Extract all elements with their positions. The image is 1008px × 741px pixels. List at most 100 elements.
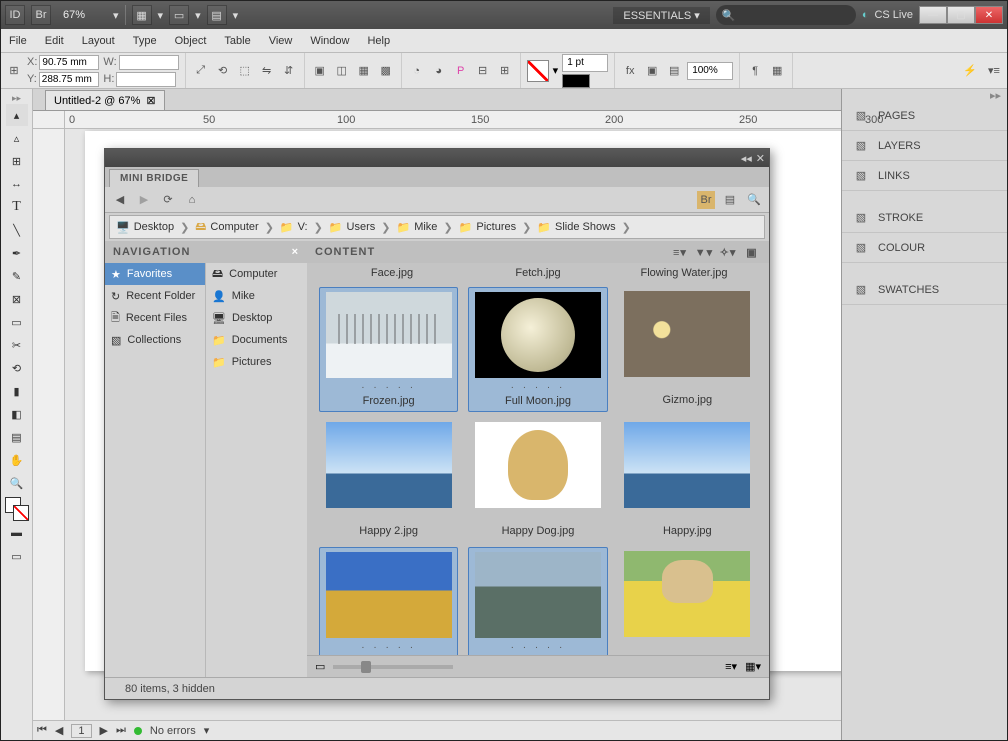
close-button[interactable]: ✕ — [975, 6, 1003, 24]
close-nav-icon[interactable]: × — [292, 246, 299, 258]
gradient-feather-tool[interactable]: ◧ — [6, 403, 28, 425]
minimize-button[interactable]: — — [919, 6, 947, 24]
page-number[interactable]: 1 — [71, 724, 91, 738]
type-tool[interactable]: T — [6, 196, 28, 218]
cslive-icon[interactable]: ◐ — [862, 9, 869, 21]
breadcrumb-separator-icon[interactable]: ❯ — [180, 221, 189, 234]
rectangle-frame-tool[interactable]: ⊠ — [6, 288, 28, 310]
menu-table[interactable]: Table — [224, 35, 250, 47]
thumbnail[interactable]: · · · · ·Frozen.jpg — [319, 287, 458, 412]
line-tool[interactable]: ╲ — [6, 219, 28, 241]
hand-tool[interactable]: 🔍 — [6, 472, 28, 494]
page-first-icon[interactable]: ⏮ — [37, 724, 47, 737]
page-prev-icon[interactable]: ◀ — [55, 724, 63, 737]
sort-icon[interactable]: ≡▾ — [671, 243, 689, 261]
breadcrumb-item[interactable]: 🖥️ Desktop — [116, 221, 174, 234]
breadcrumb-item[interactable]: 📁 Mike — [397, 221, 438, 234]
breadcrumb-separator-icon[interactable]: ❯ — [314, 221, 323, 234]
thumbnail[interactable]: · · · · ·House.jpg — [468, 547, 607, 655]
flip-v-icon[interactable]: ⇵ — [280, 62, 298, 80]
thumbnail[interactable]: · · · · ·Harvest.jpg — [319, 547, 458, 655]
breadcrumb-separator-icon[interactable]: ❯ — [522, 221, 531, 234]
chevron-down-icon[interactable]: ▾ — [195, 9, 201, 22]
menu-view[interactable]: View — [269, 35, 293, 47]
stroke-style[interactable] — [562, 74, 590, 88]
selection-tool[interactable]: ▴ — [6, 104, 28, 126]
reload-icon[interactable]: ⟳ — [159, 191, 177, 209]
nav-item-recent-folder[interactable]: ↻Recent Folder — [105, 285, 205, 307]
zoom-level[interactable]: 67% — [57, 9, 107, 21]
breadcrumb-item[interactable]: 📁 Slide Shows — [537, 221, 615, 234]
breadcrumb-separator-icon[interactable]: ❯ — [381, 221, 390, 234]
dropdown-arrow-icon[interactable]: ▾ — [113, 9, 119, 22]
page-tool[interactable]: ⊞ — [6, 150, 28, 172]
text-tool-icon[interactable]: P — [452, 62, 470, 80]
gap-tool[interactable]: ↔ — [6, 173, 28, 195]
breadcrumb-separator-icon[interactable]: ❯ — [265, 221, 274, 234]
chevron-down-icon[interactable]: ▾ — [553, 64, 559, 77]
breadcrumb-item[interactable]: 📁 Users — [329, 221, 375, 234]
maximize-button[interactable]: ▢ — [947, 6, 975, 24]
shear-icon[interactable]: ⬚ — [236, 62, 254, 80]
menu-file[interactable]: File — [9, 35, 27, 47]
quick-apply-icon[interactable]: ⚡ — [961, 62, 979, 80]
panel-grip-icon[interactable]: ▸▸ — [1, 93, 32, 103]
y-field[interactable] — [39, 72, 99, 87]
collapse-icon[interactable]: ◂◂ — [741, 152, 752, 165]
menu-help[interactable]: Help — [367, 35, 390, 47]
corner2-icon[interactable]: ◕ — [430, 62, 448, 80]
grid-icon[interactable]: ▦ — [768, 62, 786, 80]
w-field[interactable] — [119, 55, 179, 70]
goto-bridge-icon[interactable]: Br — [697, 191, 715, 209]
h-field[interactable] — [116, 72, 176, 87]
thumbnail-size-slider[interactable] — [333, 665, 453, 669]
scissors-tool[interactable]: ✂ — [6, 334, 28, 356]
gradient-tool[interactable]: ▮ — [6, 380, 28, 402]
nav-item-pictures[interactable]: 📁Pictures — [206, 351, 307, 373]
mini-bridge-tab[interactable]: MINI BRIDGE — [109, 169, 199, 187]
view-grid-icon[interactable]: ▦▾ — [745, 660, 761, 673]
thumbnail[interactable]: · · · · ·Full Moon.jpg — [468, 287, 607, 412]
stroke-weight-field[interactable] — [562, 54, 608, 72]
select-content-icon[interactable]: ◫ — [333, 62, 351, 80]
document-tab[interactable]: Untitled-2 @ 67% ⊠ — [45, 90, 165, 110]
align-icon[interactable]: ⊟ — [474, 62, 492, 80]
pencil-tool[interactable]: ✎ — [6, 265, 28, 287]
rotate-icon[interactable]: ⟲ — [214, 62, 232, 80]
nav-item-collections[interactable]: ▧Collections — [105, 329, 205, 351]
fill-swatch[interactable] — [527, 60, 549, 82]
menu-edit[interactable]: Edit — [45, 35, 64, 47]
search-box[interactable]: 🔍 — [716, 5, 856, 25]
home-icon[interactable]: ⌂ — [183, 191, 201, 209]
panel-links[interactable]: ▧LINKS — [842, 161, 1007, 191]
pen-tool[interactable]: ✒ — [6, 242, 28, 264]
view-list-icon[interactable]: ≡▾ — [725, 660, 737, 673]
wrap-icon[interactable]: ▣ — [643, 62, 661, 80]
page-next-icon[interactable]: ▶ — [100, 724, 108, 737]
nav-item-documents[interactable]: 📁Documents — [206, 329, 307, 351]
search-icon[interactable]: 🔍 — [745, 191, 763, 209]
panel-colour[interactable]: ▧COLOUR — [842, 233, 1007, 263]
breadcrumb-item[interactable]: 📁 Pictures — [459, 221, 516, 234]
filter-icon[interactable]: ▼▾ — [695, 243, 713, 261]
scale-icon[interactable]: ⤢ — [192, 62, 210, 80]
fit-icon[interactable]: ▦ — [355, 62, 373, 80]
place-icon[interactable]: ▣ — [743, 243, 761, 261]
menu-type[interactable]: Type — [133, 35, 157, 47]
thumbnail[interactable]: Kyra.jpg — [618, 547, 757, 655]
panel-menu-icon[interactable]: ▾≡ — [985, 62, 1003, 80]
nav-item-mike[interactable]: 👤Mike — [206, 285, 307, 307]
bridge-icon[interactable]: Br — [31, 5, 51, 25]
panel-layers[interactable]: ▧LAYERS — [842, 131, 1007, 161]
flip-h-icon[interactable]: ⇋ — [258, 62, 276, 80]
cslive-label[interactable]: CS Live — [874, 9, 913, 21]
distribute-icon[interactable]: ⊞ — [496, 62, 514, 80]
x-field[interactable] — [39, 55, 99, 70]
direct-selection-tool[interactable]: ▵ — [6, 127, 28, 149]
preflight-status[interactable]: No errors — [150, 725, 196, 737]
panel-stroke[interactable]: ▧STROKE — [842, 203, 1007, 233]
eyedropper-tool[interactable]: ✋ — [6, 449, 28, 471]
note-tool[interactable]: ▤ — [6, 426, 28, 448]
breadcrumb-item[interactable]: 📁 V: — [280, 221, 308, 234]
workspace-selector[interactable]: ESSENTIALS ▾ — [613, 7, 709, 24]
